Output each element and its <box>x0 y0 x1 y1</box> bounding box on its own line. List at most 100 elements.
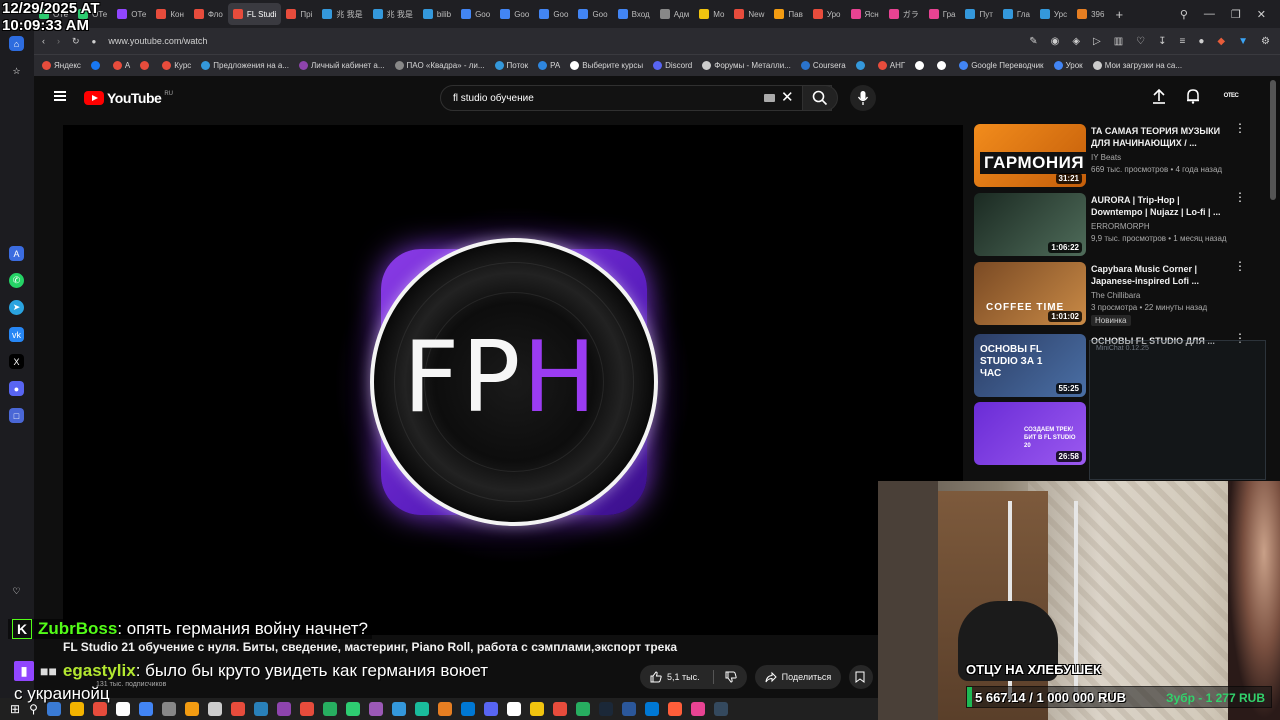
more-options-icon[interactable]: ⋮ <box>1234 122 1246 134</box>
save-button[interactable] <box>849 665 874 689</box>
profile-icon[interactable]: ● <box>1198 36 1204 47</box>
browser-tab[interactable]: Вход <box>613 3 655 25</box>
browser-tab[interactable]: 396 <box>1072 3 1109 25</box>
video-thumbnail[interactable]: ГАРМОНИЯ 31:21 <box>974 124 1086 187</box>
browser-tab[interactable]: Мо <box>694 3 729 25</box>
recommended-video-title[interactable]: AURORA | Trip-Hop | Downtempo | Nujazz |… <box>1091 194 1231 218</box>
bookmark-item[interactable]: Выберите курсы <box>570 61 643 70</box>
bookmark-item[interactable]: Мои загрузки на са... <box>1092 61 1182 70</box>
channel-name[interactable]: ERRORMORPH <box>1091 222 1150 231</box>
bookmark-item[interactable]: РА <box>538 61 560 70</box>
video-player[interactable]: FPH <box>63 125 963 635</box>
heart-icon[interactable]: ♡ <box>9 584 24 599</box>
search-button[interactable] <box>802 85 838 111</box>
camera-icon[interactable]: ◉ <box>1051 36 1060 47</box>
recommended-video[interactable]: 1:06:22 AURORA | Trip-Hop | Downtempo | N… <box>974 191 1264 257</box>
discord-icon[interactable]: ● <box>9 381 24 396</box>
shield-icon[interactable]: ◈ <box>1072 36 1080 47</box>
channel-name[interactable]: IY Beats <box>1091 153 1121 162</box>
taskbar-app-icon[interactable] <box>299 702 314 716</box>
recommended-video[interactable]: COFFEE TIME 1:01:02 Capybara Music Corner … <box>974 260 1264 326</box>
taskbar-app-icon[interactable] <box>644 702 659 716</box>
taskbar-search-icon[interactable]: ⚲ <box>29 702 38 716</box>
taskbar-app-icon[interactable] <box>713 702 728 716</box>
browser-tab[interactable]: Пав <box>769 3 807 25</box>
play-icon[interactable]: ▷ <box>1093 36 1101 47</box>
more-options-icon[interactable]: ⋮ <box>1234 260 1246 272</box>
recommended-video-title[interactable]: Capybara Music Corner | Japanese-inspire… <box>1091 263 1231 287</box>
taskbar-app-icon[interactable] <box>230 702 245 716</box>
bookmark-item[interactable] <box>915 61 927 70</box>
browser-tab[interactable]: Прі <box>281 3 317 25</box>
browser-tab[interactable]: Goo <box>495 3 534 25</box>
star-icon[interactable]: ☆ <box>9 64 24 79</box>
taskbar-app-icon[interactable] <box>598 702 613 716</box>
taskbar-app-icon[interactable] <box>460 702 475 716</box>
browser-tab[interactable]: Ясн <box>846 3 884 25</box>
more-options-icon[interactable]: ⋮ <box>1234 191 1246 203</box>
youtube-logo[interactable]: YouTube RU <box>84 90 173 106</box>
bookmark-item[interactable]: Предложения на а... <box>201 61 289 70</box>
minimize-icon[interactable]: — <box>1204 8 1215 20</box>
browser-tab[interactable]: Адм <box>655 3 695 25</box>
browser-tab[interactable]: 兆 我是 <box>368 3 418 25</box>
browser-tab[interactable]: ガラ <box>884 3 924 25</box>
keyboard-icon[interactable] <box>764 94 775 102</box>
bookmark-item[interactable]: Курс <box>162 61 191 70</box>
browser-tab[interactable]: Гла <box>998 3 1035 25</box>
bookmark-item[interactable]: Урок <box>1053 61 1083 70</box>
video-thumbnail[interactable]: ОСНОВЫ FL STUDIO ЗА 1 ЧАС 55:25 <box>974 334 1086 397</box>
bookmark-item[interactable]: Discord <box>653 61 692 70</box>
taskbar-app-icon[interactable] <box>506 702 521 716</box>
taskbar-app-icon[interactable] <box>690 702 705 716</box>
taskbar-app-icon[interactable] <box>575 702 590 716</box>
vk-icon[interactable]: vk <box>9 327 24 342</box>
whatsapp-icon[interactable]: ✆ <box>9 273 24 288</box>
browser-tab[interactable]: Пут <box>960 3 997 25</box>
browser-tab[interactable]: FL Studi <box>227 3 282 25</box>
bookmark-item[interactable]: Форумы - Металли... <box>702 61 791 70</box>
browser-tab[interactable]: Goo <box>534 3 573 25</box>
browser-tab[interactable]: Goo <box>573 3 612 25</box>
favorites-icon[interactable]: ♡ <box>1136 36 1145 47</box>
telegram-icon[interactable]: ➤ <box>9 300 24 315</box>
taskbar-app-icon[interactable] <box>529 702 544 716</box>
taskbar-app-icon[interactable] <box>115 702 130 716</box>
taskbar-app-icon[interactable] <box>46 702 61 716</box>
thumbs-down-icon[interactable] <box>725 671 737 683</box>
browser-tab[interactable]: Кон <box>151 3 189 25</box>
close-icon[interactable]: ✕ <box>1257 8 1266 21</box>
browser-tab[interactable]: Уро <box>808 3 846 25</box>
taskbar-app-icon[interactable] <box>621 702 636 716</box>
restore-icon[interactable]: ❐ <box>1231 8 1241 21</box>
bookmark-item[interactable]: ПАО «Квадра» - ли... <box>394 61 485 70</box>
bookmark-item[interactable]: Яндекс <box>42 61 81 70</box>
taskbar-app-icon[interactable] <box>184 702 199 716</box>
browser-tab[interactable]: Goo <box>456 3 495 25</box>
taskbar-app-icon[interactable] <box>483 702 498 716</box>
hamburger-menu-icon[interactable] <box>54 91 66 101</box>
share-button[interactable]: Поделиться <box>754 665 842 689</box>
bookmark-item[interactable] <box>937 61 949 70</box>
collections-icon[interactable]: ▥ <box>1114 36 1123 47</box>
menu-icon[interactable]: ≡ <box>1180 36 1186 47</box>
settings-icon[interactable]: ⚙ <box>1261 36 1270 47</box>
browser-tab[interactable]: 兆 我是 <box>317 3 367 25</box>
home-icon[interactable]: ⌂ <box>9 36 24 51</box>
taskbar-app-icon[interactable] <box>322 702 337 716</box>
browser-tab[interactable]: ОТе <box>112 3 151 25</box>
bookmark-item[interactable]: Google Переводчик <box>959 61 1044 70</box>
taskbar-app-icon[interactable] <box>161 702 176 716</box>
app2-icon[interactable]: □ <box>9 408 24 423</box>
bookmark-item[interactable]: АНГ <box>877 61 905 70</box>
browser-tab[interactable]: Урс <box>1035 3 1072 25</box>
like-button[interactable]: 5,1 тыс. <box>640 665 747 689</box>
url-field[interactable]: www.youtube.com/watch <box>108 36 207 46</box>
extension-icon[interactable]: ◆ <box>1217 36 1225 47</box>
x-icon[interactable]: X <box>9 354 24 369</box>
taskbar-app-icon[interactable] <box>552 702 567 716</box>
clear-search-icon[interactable]: ✕ <box>781 88 794 106</box>
channel-name[interactable]: The Chillibara <box>1091 291 1140 300</box>
scrollbar[interactable] <box>1270 80 1276 200</box>
bookmark-item[interactable]: Coursera <box>800 61 846 70</box>
